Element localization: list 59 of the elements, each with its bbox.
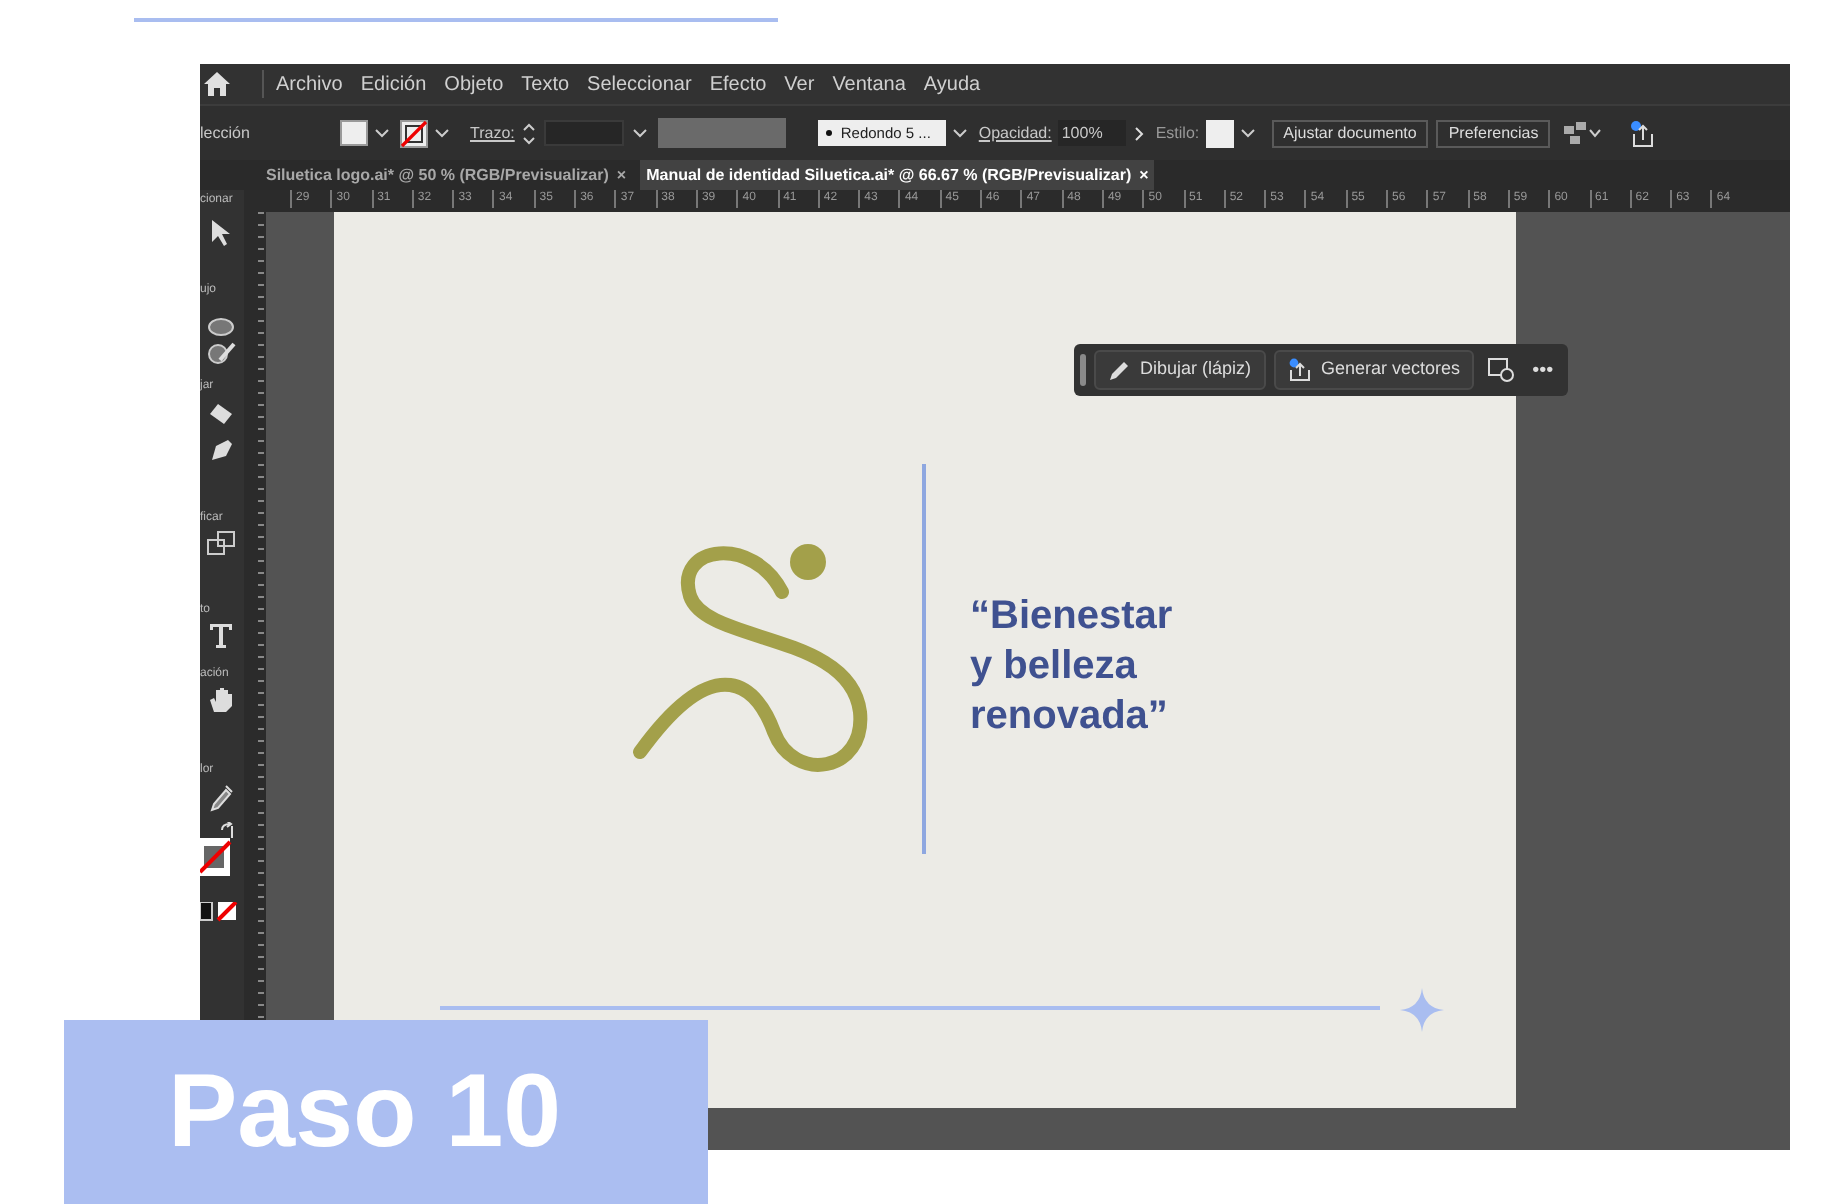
- pen-tool-icon[interactable]: [208, 436, 236, 464]
- stroke-label: Trazo:: [470, 121, 515, 145]
- eraser-tool-icon[interactable]: [208, 402, 234, 426]
- eyedropper-tool-icon[interactable]: [210, 784, 234, 812]
- stroke-swatch[interactable]: [400, 119, 428, 147]
- vector-generate-icon: [1287, 358, 1312, 382]
- tab-title: Manual de identidad Siluetica.ai* @ 66.67 % (RGB/Previsualizar): [646, 163, 1132, 187]
- color-mode-icon[interactable]: [200, 902, 238, 922]
- transform-tool-icon[interactable]: [206, 530, 236, 556]
- arrange-icon[interactable]: [1562, 121, 1603, 145]
- toolbar-button[interactable]: Preferencias: [1436, 119, 1551, 147]
- menu-item[interactable]: Ventana: [832, 69, 906, 99]
- menu-item[interactable]: Ayuda: [923, 69, 981, 99]
- chevron-icon[interactable]: [1239, 127, 1256, 139]
- shaper-tool-icon[interactable]: [208, 342, 236, 366]
- menu-item[interactable]: Efecto: [709, 69, 767, 99]
- tab-title: Siluetica logo.ai* @ 50 % (RGB/Previsualizar): [266, 163, 609, 187]
- menu-item[interactable]: Edición: [360, 69, 427, 99]
- share-icon[interactable]: [1630, 119, 1657, 147]
- more-button[interactable]: •••: [1532, 355, 1554, 385]
- step-title: Paso 10: [168, 1060, 562, 1164]
- opacity-label: Opacidad:: [978, 121, 1052, 145]
- menu-item[interactable]: Ver: [784, 69, 815, 99]
- tagline-line: renovada”: [970, 692, 1170, 742]
- menu-item[interactable]: Texto: [521, 69, 570, 99]
- fill-swatch[interactable]: [340, 120, 368, 146]
- style-swatch[interactable]: [1205, 119, 1234, 147]
- document-tab[interactable]: Manual de identidad Siluetica.ai* @ 66.67 % (RGB/Previsualizar) ×: [640, 160, 1155, 190]
- menu-item[interactable]: Archivo: [276, 69, 343, 99]
- pencil-icon: [1108, 359, 1130, 381]
- home-icon[interactable]: [204, 72, 230, 96]
- selection-tool-icon[interactable]: [210, 220, 232, 248]
- task-button[interactable]: Generar vectores: [1273, 350, 1475, 390]
- style-label: Estilo:: [1155, 121, 1200, 145]
- drag-handle[interactable]: [1080, 354, 1086, 386]
- chevron-icon[interactable]: [374, 127, 390, 139]
- fill-stroke-icon[interactable]: [200, 838, 232, 878]
- variable-width-field[interactable]: [658, 118, 787, 148]
- opacity-field[interactable]: 100%: [1057, 120, 1126, 146]
- ellipse-tool-icon[interactable]: [208, 318, 234, 336]
- chevron-icon[interactable]: [632, 127, 649, 139]
- tool-name: lección: [200, 121, 252, 145]
- close-icon[interactable]: ×: [1139, 163, 1149, 187]
- image-settings-icon[interactable]: [1488, 358, 1515, 382]
- chevron-icon[interactable]: [952, 127, 969, 139]
- type-tool-icon[interactable]: [210, 624, 232, 648]
- tagline-line: y belleza: [970, 642, 1139, 692]
- menu-item[interactable]: Seleccionar: [587, 69, 692, 99]
- tagline-line: “Bienestar: [970, 592, 1173, 642]
- spinner-icon[interactable]: [522, 121, 537, 145]
- chevron-icon[interactable]: [434, 127, 450, 139]
- toolbar-button[interactable]: Ajustar documento: [1271, 119, 1429, 147]
- chevron-right-icon[interactable]: [1133, 125, 1144, 141]
- menu-item[interactable]: Objeto: [444, 69, 504, 99]
- close-icon[interactable]: ×: [616, 163, 627, 187]
- swap-icon[interactable]: [220, 822, 238, 840]
- hand-tool-icon[interactable]: [208, 688, 234, 714]
- task-button[interactable]: Dibujar (lápiz): [1094, 350, 1266, 390]
- sparkle-icon: [1400, 988, 1444, 1032]
